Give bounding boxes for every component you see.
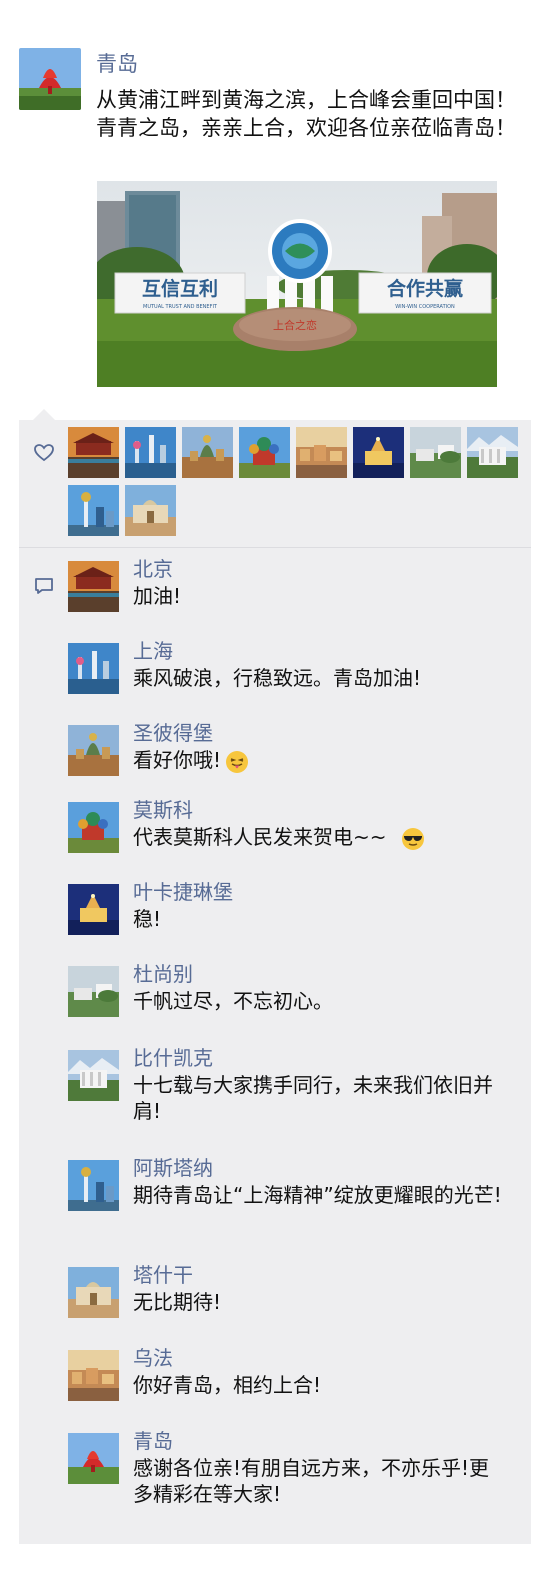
comment-text: 十七载与大家携手同行，未来我们依旧并肩! <box>133 1073 493 1123</box>
stone-inscription: 上合之恋 <box>273 318 317 332</box>
commenter-name[interactable]: 叶卡捷琳堡 <box>133 878 233 906</box>
commenter-avatar[interactable] <box>68 1160 119 1211</box>
heart-outline-icon <box>33 442 55 464</box>
commenter-name[interactable]: 上海 <box>133 637 173 665</box>
like-avatar-beijing[interactable] <box>68 427 119 478</box>
like-avatar-saint-petersburg[interactable] <box>182 427 233 478</box>
like-avatar-yekaterinburg[interactable] <box>353 427 404 478</box>
commenter-name[interactable]: 青岛 <box>133 1427 173 1455</box>
post-text: 从黄浦江畔到黄海之滨，上合峰会重回中国！青青之岛，亲亲上合，欢迎各位亲莅临青岛！ <box>96 88 516 140</box>
comment-text-content: 看好你哦! <box>133 748 222 772</box>
comment-text: 无比期待! <box>133 1290 222 1314</box>
banner-right-text: 合作共赢 <box>387 277 463 300</box>
commenter-name[interactable]: 圣彼得堡 <box>133 719 213 747</box>
commenter-avatar[interactable] <box>68 884 119 935</box>
like-avatar-dushanbe[interactable] <box>410 427 461 478</box>
like-avatar-ufa[interactable] <box>296 427 347 478</box>
comment-text-content: 代表莫斯科人民发来贺电~~ <box>133 825 387 849</box>
commenter-avatar[interactable] <box>68 643 119 694</box>
comment-text: 乘风破浪，行稳致远。青岛加油! <box>133 666 422 690</box>
commenter-name[interactable]: 阿斯塔纳 <box>133 1154 213 1182</box>
commenter-avatar[interactable] <box>68 561 119 612</box>
like-avatar-shanghai[interactable] <box>125 427 176 478</box>
commenter-name[interactable]: 比什凯克 <box>133 1044 213 1072</box>
commenter-avatar[interactable] <box>68 725 119 776</box>
like-avatar-moscow[interactable] <box>239 427 290 478</box>
commenter-name[interactable]: 杜尚别 <box>133 960 193 988</box>
comment-text: 期待青岛让“上海精神”绽放更耀眼的光芒! <box>133 1183 502 1207</box>
comment-text: 千帆过尽，不忘初心。 <box>133 989 333 1013</box>
commenter-name[interactable]: 北京 <box>133 555 173 583</box>
commenter-name[interactable]: 塔什干 <box>133 1261 193 1289</box>
panel-pointer <box>33 409 55 420</box>
commenter-name[interactable]: 莫斯科 <box>133 796 193 824</box>
like-avatar-astana[interactable] <box>68 485 119 536</box>
banner-left-text: 互信互利 <box>142 277 218 300</box>
commenter-avatar[interactable] <box>68 966 119 1017</box>
likes-comments-divider <box>19 547 531 548</box>
comment-text: 稳! <box>133 907 162 931</box>
comment-text: 代表莫斯科人民发来贺电~~ <box>133 824 508 851</box>
commenter-avatar[interactable] <box>68 1267 119 1318</box>
like-avatar-tashkent[interactable] <box>125 485 176 536</box>
banner-right-subtext: WIN-WIN COOPERATION <box>395 304 455 310</box>
comment-text: 看好你哦! <box>133 747 508 774</box>
commenter-avatar[interactable] <box>68 1050 119 1101</box>
speech-bubble-icon <box>33 575 55 597</box>
like-avatar-bishkek[interactable] <box>467 427 518 478</box>
tongue-out-emoji-icon <box>225 750 249 774</box>
post-author-avatar[interactable] <box>19 48 81 110</box>
post-author-name[interactable]: 青岛 <box>96 50 138 78</box>
comment-text: 感谢各位亲!有朋自远方来，不亦乐乎!更多精彩在等大家! <box>133 1456 490 1506</box>
comment-text: 加油! <box>133 584 182 608</box>
comment-text: 你好青岛，相约上合! <box>133 1373 322 1397</box>
commenter-avatar[interactable] <box>68 1350 119 1401</box>
commenter-avatar[interactable] <box>68 1433 119 1484</box>
banner-left-subtext: MUTUAL TRUST AND BENEFIT <box>143 304 218 310</box>
sunglasses-emoji-icon <box>401 827 425 851</box>
post-photo[interactable]: 互信互利 MUTUAL TRUST AND BENEFIT 合作共赢 WIN-W… <box>97 181 497 387</box>
moments-post: 青岛 从黄浦江畔到黄海之滨，上合峰会重回中国！青青之岛，亲亲上合，欢迎各位亲莅临… <box>0 0 550 1571</box>
commenter-name[interactable]: 乌法 <box>133 1344 173 1372</box>
commenter-avatar[interactable] <box>68 802 119 853</box>
